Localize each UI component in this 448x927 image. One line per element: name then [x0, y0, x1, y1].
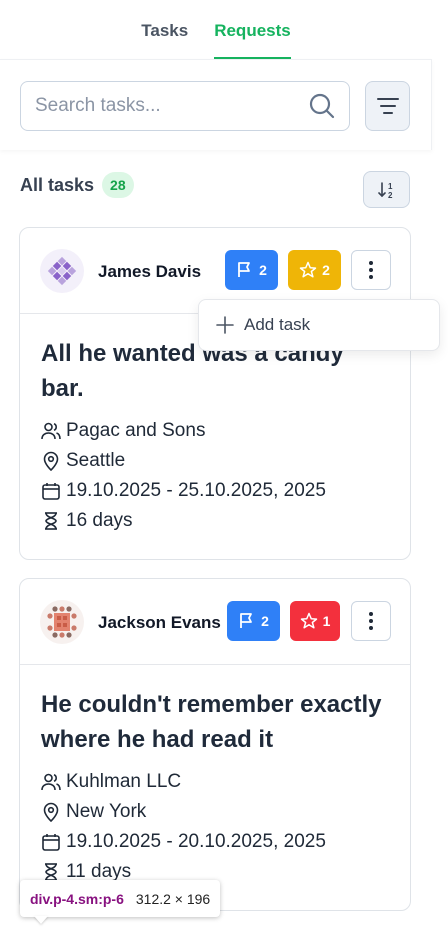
- company-row: Pagac and Sons: [41, 416, 390, 446]
- map-pin-icon: [43, 451, 59, 471]
- city: Seattle: [66, 450, 126, 471]
- company-name: Pagac and Sons: [66, 420, 206, 441]
- tab-bar: Tasks Requests: [0, 0, 432, 59]
- search-panel: [0, 59, 432, 150]
- search-input[interactable]: [35, 95, 295, 117]
- date-range: 19.10.2025 - 20.10.2025, 2025: [66, 831, 326, 852]
- star-count: 2: [322, 262, 330, 278]
- assignee-name: Jackson Evans: [98, 613, 221, 632]
- tab-requests[interactable]: Requests: [214, 0, 291, 59]
- company-name: Kuhlman LLC: [66, 771, 182, 792]
- assignee-name: James Davis: [98, 262, 202, 281]
- tab-tasks[interactable]: Tasks: [141, 0, 188, 59]
- hourglass-icon: [45, 512, 57, 530]
- flag-count: 2: [261, 613, 269, 629]
- location-row: New York: [41, 797, 390, 827]
- duration: 16 days: [66, 510, 133, 531]
- task-card[interactable]: James Davis 2 2 All he wanted was a cand…: [19, 227, 411, 560]
- element-inspector-tooltip: div.p-4.sm:p-6 312.2 × 196: [20, 880, 221, 917]
- calendar-icon: [42, 483, 60, 500]
- inspector-arrow: [34, 916, 48, 924]
- list-header: All tasks 28: [20, 172, 134, 198]
- users-icon: [41, 422, 61, 440]
- dates-row: 19.10.2025 - 20.10.2025, 2025: [41, 827, 390, 857]
- card-body: He couldn't remember exactly where he ha…: [20, 665, 410, 887]
- task-card[interactable]: Jackson Evans 2 1 He couldn't remember e…: [19, 578, 411, 911]
- hourglass-icon: [45, 863, 57, 881]
- avatar: [40, 600, 84, 644]
- flag-count: 2: [259, 262, 267, 278]
- sort-icon: 1 2: [377, 182, 393, 200]
- map-pin-icon: [43, 802, 59, 822]
- card-header: Jackson Evans 2 1: [20, 579, 410, 665]
- star-icon: [300, 612, 317, 629]
- inspector-size: 312.2 × 196: [135, 890, 211, 907]
- filter-icon: [376, 98, 399, 114]
- flag-count-button[interactable]: 2: [225, 250, 278, 290]
- search-icon[interactable]: [309, 93, 335, 119]
- date-range: 19.10.2025 - 25.10.2025, 2025: [66, 480, 326, 501]
- filter-button[interactable]: [365, 81, 410, 131]
- inspector-selector: div.p-4.sm:p-6: [30, 890, 124, 907]
- flag-count-button[interactable]: 2: [227, 601, 280, 641]
- star-icon: [299, 261, 317, 278]
- duration-row: 16 days: [41, 506, 390, 536]
- card-options-menu[interactable]: Add task: [198, 299, 440, 351]
- svg-text:2: 2: [388, 191, 393, 200]
- dates-row: 19.10.2025 - 25.10.2025, 2025: [41, 476, 390, 506]
- more-vertical-icon: [369, 261, 373, 279]
- more-options-button[interactable]: [351, 250, 391, 290]
- flag-icon: [240, 613, 252, 628]
- flag-icon: [238, 262, 250, 277]
- search-box[interactable]: [20, 81, 350, 131]
- plus-icon: [216, 316, 234, 334]
- company-row: Kuhlman LLC: [41, 767, 390, 797]
- list-title: All tasks: [20, 174, 95, 195]
- avatar: [40, 249, 84, 293]
- more-options-button[interactable]: [351, 601, 391, 641]
- svg-text:1: 1: [388, 182, 393, 191]
- star-count-button[interactable]: 2: [288, 250, 341, 290]
- more-vertical-icon: [369, 612, 373, 630]
- city: New York: [66, 801, 147, 822]
- task-title: He couldn't remember exactly where he ha…: [41, 691, 382, 753]
- add-task-menu-item[interactable]: Add task: [244, 315, 310, 335]
- task-count-badge: 28: [102, 172, 134, 198]
- location-row: Seattle: [41, 446, 390, 476]
- users-icon: [41, 773, 61, 791]
- star-count: 1: [322, 613, 331, 629]
- sort-button[interactable]: 1 2: [363, 171, 410, 208]
- star-count-button[interactable]: 1: [290, 601, 340, 641]
- calendar-icon: [42, 834, 60, 851]
